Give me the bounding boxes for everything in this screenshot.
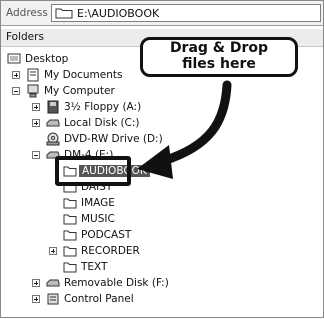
arrow-icon <box>137 80 232 179</box>
explorer-window: Address E:\AUDIOBOOK Folders Desktop My … <box>0 0 324 318</box>
